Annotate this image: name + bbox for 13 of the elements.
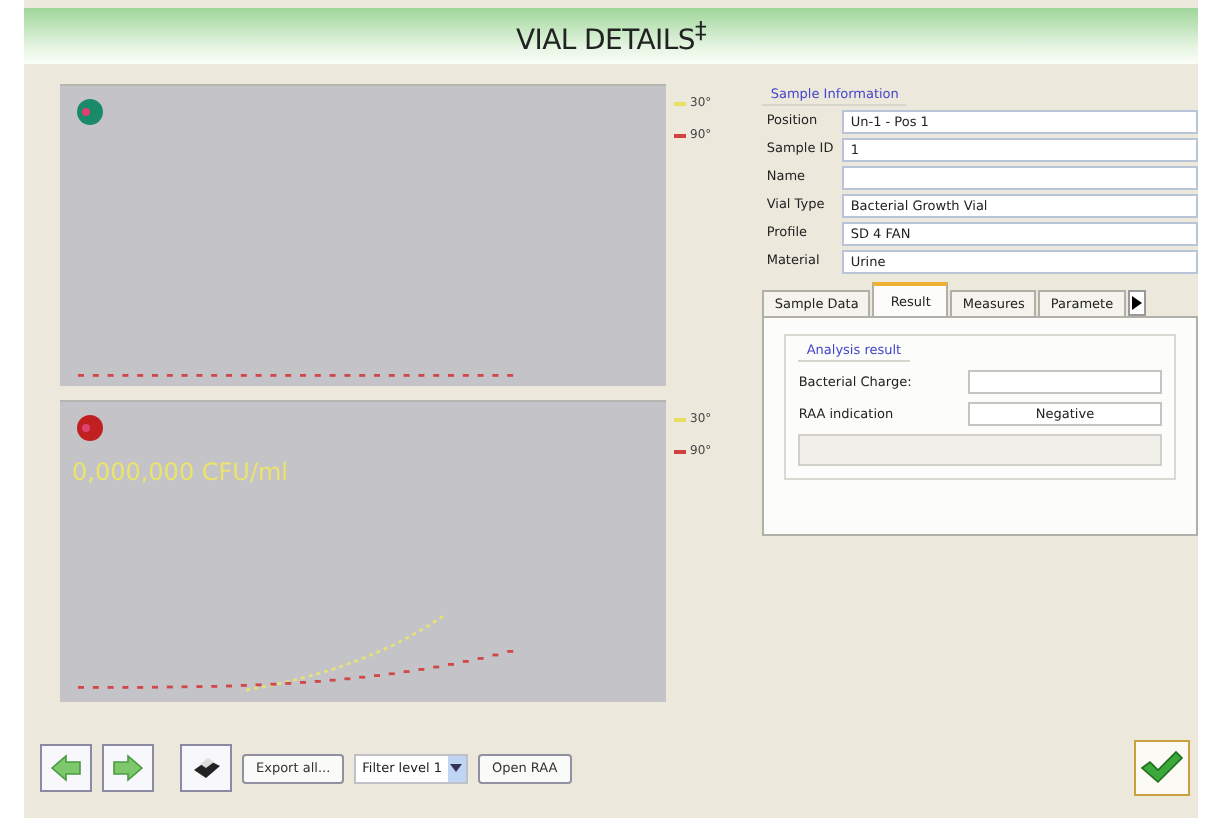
count-reading: 0,000,000 CFU/ml: [72, 458, 289, 486]
ok-button[interactable]: [1134, 740, 1190, 796]
caret-icon: [450, 764, 463, 772]
print-button[interactable]: [180, 744, 232, 792]
checkmark-icon: [1140, 750, 1184, 786]
forward-button[interactable]: [102, 744, 154, 792]
scroll-right-button[interactable]: [1127, 290, 1146, 316]
input-field[interactable]: [842, 166, 1198, 190]
triangle-icon: [1131, 296, 1142, 310]
left-arrow-icon: [48, 752, 84, 784]
back-button[interactable]: [40, 744, 92, 792]
right-arrow-icon: [110, 752, 146, 784]
window-title: VIAL DETAILS$^{‡}$: [516, 15, 706, 57]
